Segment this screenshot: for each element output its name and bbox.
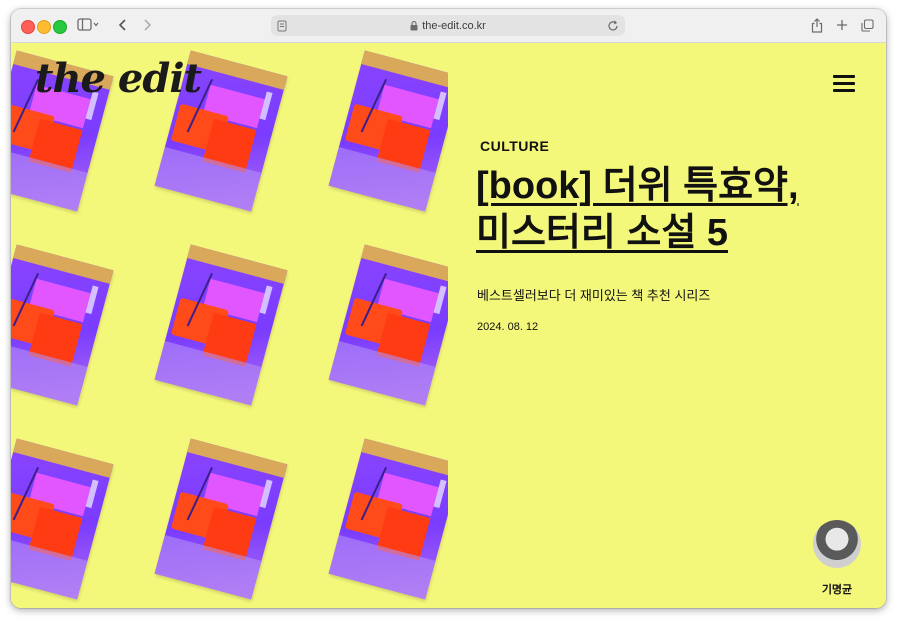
book-cover-image [328,244,448,406]
close-window-button[interactable] [21,20,35,34]
chevron-left-icon[interactable] [115,15,131,35]
sidebar-toggle-icon[interactable] [75,15,101,35]
browser-window: the-edit.co.kr the edit CULTURE [book] 더… [11,9,886,608]
chevron-right-icon[interactable] [139,15,155,35]
book-cover-image [154,438,288,600]
address-bar[interactable]: the-edit.co.kr [271,15,625,36]
book-cover-image [328,438,448,600]
book-cover-image [154,244,288,406]
hamburger-menu-icon[interactable] [833,75,855,93]
minimize-window-button[interactable] [37,20,51,34]
article-date: 2024. 08. 12 [477,321,539,333]
book-cover-pattern [11,43,448,608]
reload-icon[interactable] [607,19,619,37]
book-cover-image [11,244,114,406]
site-logo[interactable]: the edit [35,55,202,102]
lock-icon [410,20,418,31]
book-cover-image [328,50,448,212]
browser-toolbar: the-edit.co.kr [11,9,886,43]
tab-overview-icon[interactable] [859,15,875,35]
page-icon [277,19,287,37]
share-icon[interactable] [809,15,825,35]
url-text: the-edit.co.kr [422,19,486,32]
article-title: [book] 더위 특효약, 미스터리 소설 5 [476,163,866,257]
zoom-window-button[interactable] [53,20,67,34]
page-content: the edit CULTURE [book] 더위 특효약, 미스터리 소설 … [11,43,886,608]
plus-icon[interactable] [834,15,850,35]
author-name[interactable]: 기명균 [807,581,867,597]
article-subtitle: 베스트셀러보다 더 재미있는 책 추천 시리즈 [477,288,711,303]
author-avatar[interactable] [813,520,861,568]
article-category[interactable]: CULTURE [480,138,549,154]
article-title-line2: 미스터리 소설 5 [476,212,729,254]
book-cover-image [11,438,114,600]
article-title-line1: [book] 더위 특효약, [476,165,799,207]
